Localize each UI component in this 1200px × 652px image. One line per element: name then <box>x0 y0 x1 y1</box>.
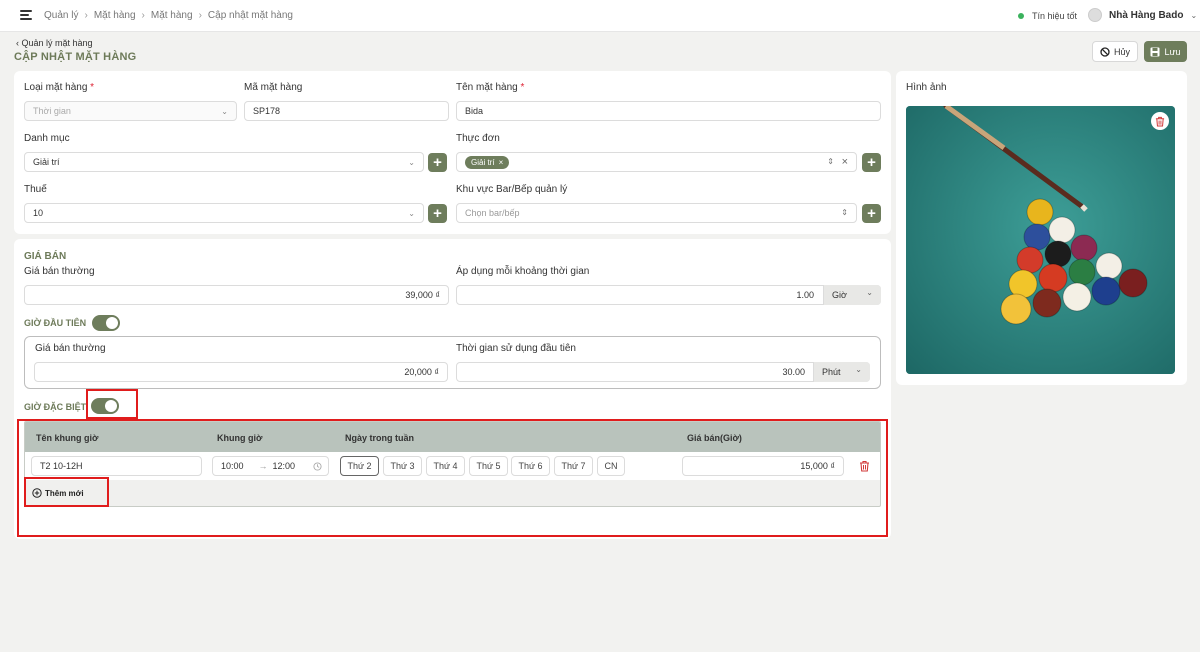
first-duration-value: 30.00 <box>782 367 805 377</box>
back-link-label: Quản lý mặt hàng <box>21 38 93 48</box>
trash-icon <box>1155 116 1165 127</box>
special-hours-title: GIỜ ĐẶC BIỆT <box>24 402 87 412</box>
first-hour-price-value: 20,000 ₫ <box>404 367 439 377</box>
chevron-down-icon: ⌄ <box>866 288 873 297</box>
image-label: Hình ảnh <box>906 82 947 93</box>
pricing-section-title: GIÁ BÁN <box>24 251 67 262</box>
item-code-input[interactable]: SP178 <box>244 101 449 121</box>
breadcrumb-item[interactable]: Mặt hàng <box>151 10 193 21</box>
hamburger-menu-icon[interactable] <box>20 10 32 20</box>
first-hour-toggle[interactable] <box>92 315 120 331</box>
item-code-value: SP178 <box>253 106 281 116</box>
chevron-down-icon: ⌄ <box>408 209 415 218</box>
menu-tag: Giải trí × <box>465 155 510 169</box>
interval-value: 1.00 <box>796 290 814 300</box>
item-type-value: Thời gian <box>33 106 71 116</box>
regular-price-label: Giá bán thường <box>24 266 95 277</box>
category-label: Danh mục <box>24 133 70 144</box>
item-name-input[interactable]: Bida <box>456 101 881 121</box>
interval-unit-select[interactable]: Giờ ⌄ <box>823 285 881 305</box>
sort-icon: ⇕ <box>827 157 834 166</box>
add-menu-button[interactable]: + <box>862 153 881 172</box>
category-value: Giải trí <box>33 157 60 167</box>
item-type-label: Loại mặt hàng * <box>24 82 95 93</box>
breadcrumb-item[interactable]: Quản lý <box>44 10 78 21</box>
signal-text: Tín hiệu tốt <box>1032 11 1078 21</box>
item-code-label: Mã mặt hàng <box>244 82 303 93</box>
breadcrumb-item-current: Cập nhật mặt hàng <box>207 10 293 21</box>
menu-label: Thực đơn <box>456 133 500 144</box>
first-duration-unit-value: Phút <box>822 367 841 377</box>
sort-icon: ⇕ <box>841 208 848 217</box>
first-duration-label: Thời gian sử dụng đầu tiên <box>456 343 576 354</box>
page-title: CẬP NHẬT MẶT HÀNG <box>14 51 137 63</box>
first-hour-title: GIỜ ĐẦU TIÊN <box>24 318 87 328</box>
first-duration-input[interactable]: 30.00 <box>456 362 870 382</box>
status-dot-icon <box>1018 13 1024 19</box>
breadcrumb: Quản lý › Mặt hàng › Mặt hàng › Cập nhật… <box>44 10 293 21</box>
menu-select[interactable]: Giải trí × ⇕ × <box>456 152 857 172</box>
clear-icon[interactable]: × <box>842 156 848 168</box>
tax-select[interactable]: 10 ⌄ <box>24 203 424 223</box>
ban-icon <box>1100 46 1110 57</box>
chevron-down-icon: ⌄ <box>221 107 228 116</box>
floppy-disk-icon <box>1150 47 1160 56</box>
close-icon[interactable]: × <box>499 158 504 167</box>
top-bar: Quản lý › Mặt hàng › Mặt hàng › Cập nhật… <box>0 0 1200 32</box>
add-category-button[interactable]: + <box>428 153 447 172</box>
first-duration-unit-select[interactable]: Phút ⌄ <box>813 362 870 382</box>
category-select[interactable]: Giải trí ⌄ <box>24 152 424 172</box>
store-selector[interactable]: Nhà Hàng Bado ⌄ <box>1088 8 1197 22</box>
save-label: Lưu <box>1164 46 1181 57</box>
highlight-add-button <box>24 477 109 507</box>
billiard-balls-image <box>906 106 1175 374</box>
chevron-left-icon: ‹ <box>16 38 19 48</box>
highlight-toggle <box>86 389 138 419</box>
chevron-right-icon: › <box>141 10 145 21</box>
item-name-value: Bida <box>465 106 484 116</box>
regular-price-input[interactable]: 39,000 ₫ <box>24 285 449 305</box>
area-placeholder: Chọn bar/bếp <box>465 208 520 218</box>
add-area-button[interactable]: + <box>862 204 881 223</box>
chevron-down-icon: ⌄ <box>855 365 862 374</box>
breadcrumb-item[interactable]: Mặt hàng <box>94 10 136 21</box>
save-button[interactable]: Lưu <box>1144 41 1187 62</box>
first-hour-price-label: Giá bán thường <box>35 343 106 354</box>
tax-value: 10 <box>33 208 44 218</box>
back-link[interactable]: ‹ Quản lý mặt hàng <box>16 38 93 48</box>
connection-status: Tín hiệu tốt <box>1018 11 1077 21</box>
product-image <box>906 106 1175 374</box>
menu-tag-label: Giải trí <box>471 157 495 167</box>
chevron-down-icon: ⌄ <box>1190 10 1198 20</box>
highlight-table <box>17 419 888 537</box>
add-tax-button[interactable]: + <box>428 204 447 223</box>
area-label: Khu vực Bar/Bếp quản lý <box>456 184 568 195</box>
item-type-select: Thời gian ⌄ <box>24 101 237 121</box>
interval-input[interactable]: 1.00 <box>456 285 881 305</box>
chevron-right-icon: › <box>84 10 88 21</box>
item-name-label: Tên mặt hàng * <box>456 82 525 93</box>
delete-image-button[interactable] <box>1151 112 1169 130</box>
first-hour-price-input[interactable]: 20,000 ₫ <box>34 362 448 382</box>
chevron-down-icon: ⌄ <box>408 158 415 167</box>
interval-label: Áp dụng mỗi khoảng thời gian <box>456 266 590 277</box>
tax-label: Thuế <box>24 184 47 195</box>
interval-unit-value: Giờ <box>832 290 847 300</box>
store-name: Nhà Hàng Bado <box>1109 9 1184 21</box>
regular-price-value: 39,000 ₫ <box>405 290 440 300</box>
area-select[interactable]: Chọn bar/bếp ⇕ <box>456 203 857 223</box>
avatar <box>1088 8 1102 22</box>
cancel-label: Hủy <box>1113 46 1130 57</box>
chevron-right-icon: › <box>198 10 202 21</box>
cancel-button[interactable]: Hủy <box>1092 41 1138 62</box>
